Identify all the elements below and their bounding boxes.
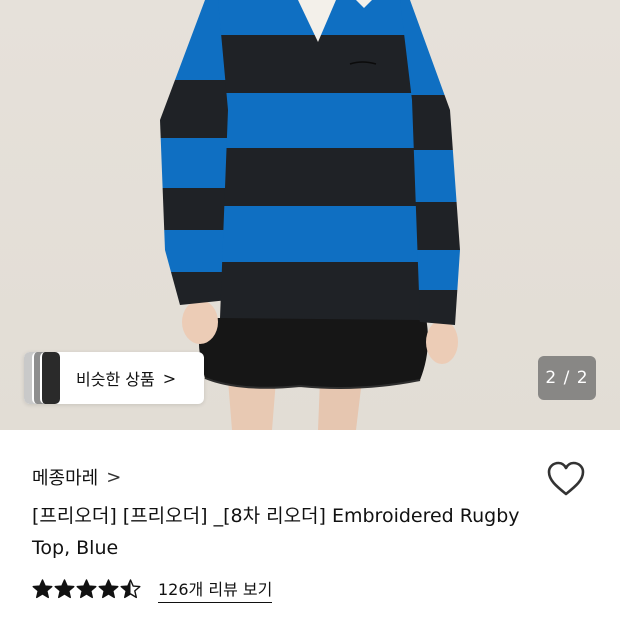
- review-link[interactable]: 126개 리뷰 보기: [158, 576, 273, 603]
- star-full-icon: [54, 579, 75, 599]
- brand-name: 메종마레: [32, 468, 99, 489]
- brand-link[interactable]: 메종마레 >: [32, 464, 121, 490]
- product-title: [프리오더] [프리오더] _[8차 리오더] Embroidered Rugb…: [32, 505, 520, 559]
- similar-products-button[interactable]: 비슷한 상품 >: [24, 352, 204, 404]
- chevron-right-icon: >: [106, 466, 122, 488]
- star-rating: [32, 579, 142, 600]
- chevron-right-icon: >: [162, 368, 177, 388]
- star-full-icon: [76, 579, 97, 599]
- similar-thumbnails: [24, 352, 60, 404]
- rating-row: 126개 리뷰 보기: [32, 576, 273, 603]
- similar-thumbnail: [40, 352, 60, 404]
- star-full-icon: [32, 579, 53, 599]
- star-full-icon: [98, 579, 119, 599]
- product-info: 메종마레 > [프리오더] [프리오더] _[8차 리오더] Embroider…: [0, 430, 620, 620]
- star-half-icon: [120, 579, 141, 599]
- heart-outline-icon[interactable]: [546, 460, 586, 498]
- image-page-counter: 2 / 2: [538, 356, 596, 400]
- product-image-gallery[interactable]: 비슷한 상품 > 2 / 2: [0, 0, 620, 430]
- similar-products-label: 비슷한 상품: [76, 370, 155, 389]
